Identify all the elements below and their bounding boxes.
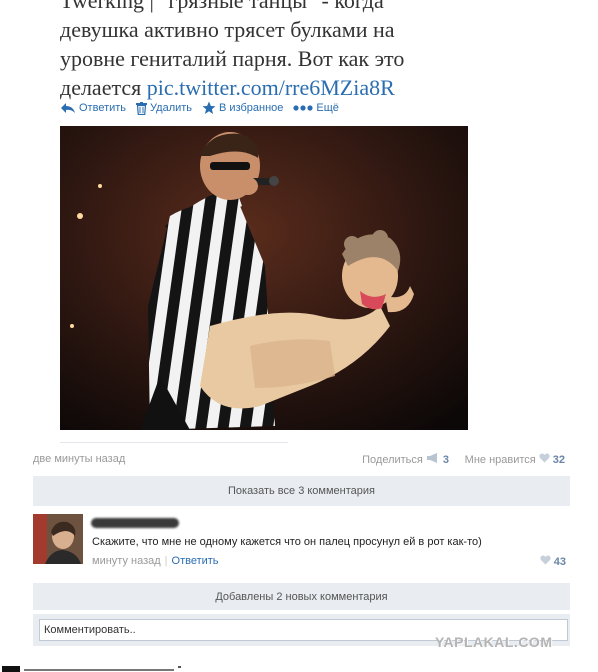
delete-label: Удалить: [150, 102, 193, 114]
like-count: 32: [552, 453, 565, 466]
show-all-comments-button[interactable]: Показать все 3 комментария: [33, 476, 570, 506]
comment-text: Скажите, что мне не одному кажется что о…: [92, 536, 482, 548]
more-action[interactable]: Ещё: [293, 102, 339, 114]
comment-item: Скажите, что мне не одному кажется что о…: [33, 514, 570, 568]
post-text-line: уровне гениталий парня. Вот как это: [60, 46, 405, 71]
post-text-line: девушка активно трясет булками на: [60, 17, 395, 42]
like-label: Мне нравится: [464, 453, 536, 466]
divider: |: [164, 555, 168, 567]
watermark: YAPLAKAL.COM: [435, 634, 553, 650]
reply-icon: [60, 102, 76, 114]
heart-icon: [540, 555, 551, 568]
star-icon: [202, 101, 216, 115]
bottom-line: [24, 669, 174, 671]
reply-label: Ответить: [79, 102, 127, 114]
share-count: 3: [442, 453, 449, 466]
comment-time[interactable]: минуту назад: [92, 555, 161, 567]
post-text-fragment: делается: [60, 75, 147, 100]
post-text-line: Twerking | "грязные танцы" - когда: [60, 0, 384, 13]
more-dots-icon: [293, 104, 314, 112]
post-actions: Ответить Удалить В избранное Ещё: [60, 99, 339, 117]
bottom-mark: [178, 666, 181, 668]
comment-author-redacted: [91, 518, 179, 528]
comment-meta: минуту назад | Ответить: [92, 555, 219, 567]
comment-like-count: 43: [553, 555, 566, 568]
avatar[interactable]: [33, 514, 83, 564]
post-time[interactable]: две минуты назад: [33, 453, 125, 465]
trash-icon: [136, 101, 148, 115]
share-label: Поделиться: [362, 453, 423, 466]
separator: [60, 442, 288, 443]
comment-reply-link[interactable]: Ответить: [172, 555, 219, 567]
post-link[interactable]: pic.twitter.com/rre6MZia8R: [147, 75, 395, 100]
favorite-label: В избранное: [219, 102, 284, 114]
new-comments-notice[interactable]: Добавлены 2 новых комментария: [33, 583, 570, 610]
post-photo[interactable]: [60, 126, 468, 430]
post-text: Twerking | "грязные танцы" - когда девуш…: [60, 0, 460, 102]
share-button[interactable]: Поделиться 3: [362, 453, 449, 466]
post-text-line: делается pic.twitter.com/rre6MZia8R: [60, 73, 460, 102]
post-meta: две минуты назад Поделиться 3 Мне нравит…: [33, 452, 565, 468]
more-label: Ещё: [316, 102, 339, 114]
favorite-action[interactable]: В избранное: [202, 101, 283, 115]
megaphone-icon: [426, 453, 440, 466]
reply-action[interactable]: Ответить: [60, 102, 126, 114]
delete-action[interactable]: Удалить: [136, 101, 193, 115]
bottom-icon: [2, 666, 20, 672]
like-button[interactable]: Мне нравится 32: [465, 453, 565, 466]
comment-like-button[interactable]: 43: [540, 555, 566, 568]
heart-icon: [539, 453, 550, 466]
